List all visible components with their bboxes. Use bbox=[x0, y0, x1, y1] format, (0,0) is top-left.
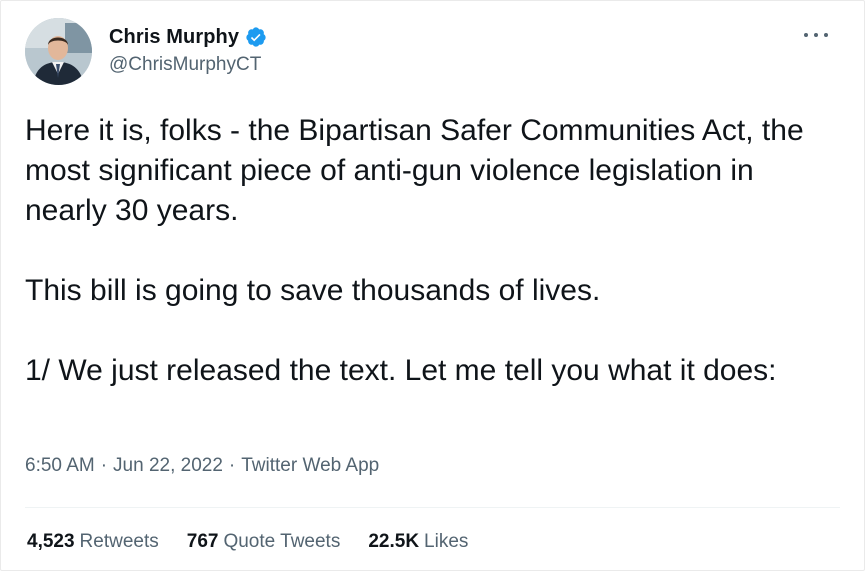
tweet-paragraph: This bill is going to save thousands of … bbox=[25, 274, 601, 307]
likes-count: 22.5K bbox=[368, 531, 420, 552]
tweet-source[interactable]: Twitter Web App bbox=[241, 455, 379, 477]
tweet-card: Chris Murphy @ChrisMurphyCT Here it is, … bbox=[0, 0, 865, 571]
tweet-paragraph: 1/ We just released the text. Let me tel… bbox=[25, 354, 777, 387]
tweet-time[interactable]: 6:50 AM bbox=[25, 455, 95, 477]
meta-separator: · bbox=[228, 455, 236, 476]
retweets-count: 4,523 bbox=[27, 531, 75, 552]
avatar[interactable] bbox=[25, 18, 92, 85]
author-display-name[interactable]: Chris Murphy bbox=[109, 26, 239, 49]
quote-tweets-count: 767 bbox=[186, 531, 219, 552]
tweet-date[interactable]: Jun 22, 2022 bbox=[113, 455, 223, 477]
retweets-label: Retweets bbox=[79, 531, 159, 552]
divider bbox=[25, 507, 840, 508]
tweet-text: Here it is, folks - the Bipartisan Safer… bbox=[25, 111, 825, 391]
more-options-icon[interactable] bbox=[804, 25, 828, 45]
avatar-photo bbox=[25, 18, 92, 85]
quote-tweets-label: Quote Tweets bbox=[223, 531, 341, 552]
likes-label: Likes bbox=[424, 531, 469, 552]
likes-stat[interactable]: 22.5K Likes bbox=[368, 531, 468, 553]
meta-separator: · bbox=[100, 455, 108, 476]
verified-badge-icon bbox=[245, 26, 267, 48]
quote-tweets-stat[interactable]: 767 Quote Tweets bbox=[187, 531, 341, 553]
retweets-stat[interactable]: 4,523 Retweets bbox=[27, 531, 159, 553]
engagement-stats: 4,523 Retweets 767 Quote Tweets 22.5K Li… bbox=[27, 531, 496, 553]
author-handle[interactable]: @ChrisMurphyCT bbox=[109, 54, 261, 76]
tweet-paragraph: Here it is, folks - the Bipartisan Safer… bbox=[25, 114, 804, 227]
tweet-metadata: 6:50 AM · Jun 22, 2022 · Twitter Web App bbox=[25, 455, 379, 477]
author-name-row: Chris Murphy bbox=[109, 23, 267, 51]
